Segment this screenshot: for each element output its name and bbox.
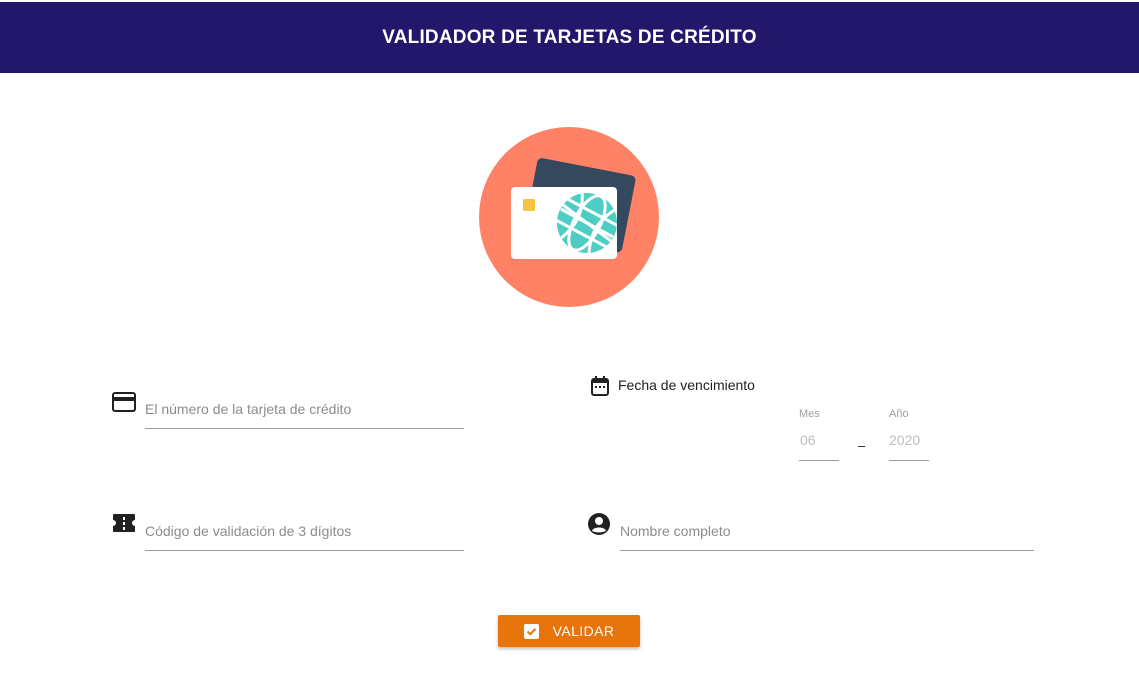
full-name-placeholder: Nombre completo	[620, 523, 731, 539]
expiry-year-underline	[889, 460, 929, 461]
cvv-field[interactable]: Código de validación de 3 dígitos	[112, 512, 464, 552]
expiry-year-field[interactable]: Año 2020	[889, 408, 929, 462]
card-number-placeholder: El número de la tarjeta de crédito	[145, 401, 352, 417]
expiry-title: Fecha de vencimiento	[618, 377, 755, 393]
calendar-icon	[591, 376, 609, 396]
expiry-month-underline	[799, 460, 839, 461]
checkbox-icon	[523, 623, 539, 639]
full-name-field[interactable]: Nombre completo	[587, 512, 1034, 552]
account-circle-icon	[588, 513, 610, 535]
credit-card-icon	[112, 392, 136, 412]
expiry-month-placeholder: 06	[800, 432, 816, 448]
page-title: VALIDADOR DE TARJETAS DE CRÉDITO	[382, 26, 757, 48]
expiry-separator	[858, 446, 865, 447]
cvv-underline	[145, 550, 464, 551]
expiry-year-label: Año	[889, 408, 909, 420]
expiry-year-placeholder: 2020	[889, 432, 921, 448]
expiry-month-label: Mes	[799, 408, 820, 420]
validate-button[interactable]: VALIDAR	[498, 615, 640, 647]
full-name-underline	[620, 550, 1034, 551]
expiry-month-field[interactable]: Mes 06	[799, 408, 839, 462]
card-number-field[interactable]: El número de la tarjeta de crédito	[112, 390, 464, 430]
cvv-placeholder: Código de validación de 3 dígitos	[145, 523, 352, 539]
app-header: VALIDADOR DE TARJETAS DE CRÉDITO	[0, 2, 1139, 73]
validate-button-label: VALIDAR	[552, 623, 615, 639]
card-number-underline	[145, 428, 464, 429]
ticket-icon	[113, 514, 135, 532]
credit-card-globe-illustration	[479, 127, 659, 307]
